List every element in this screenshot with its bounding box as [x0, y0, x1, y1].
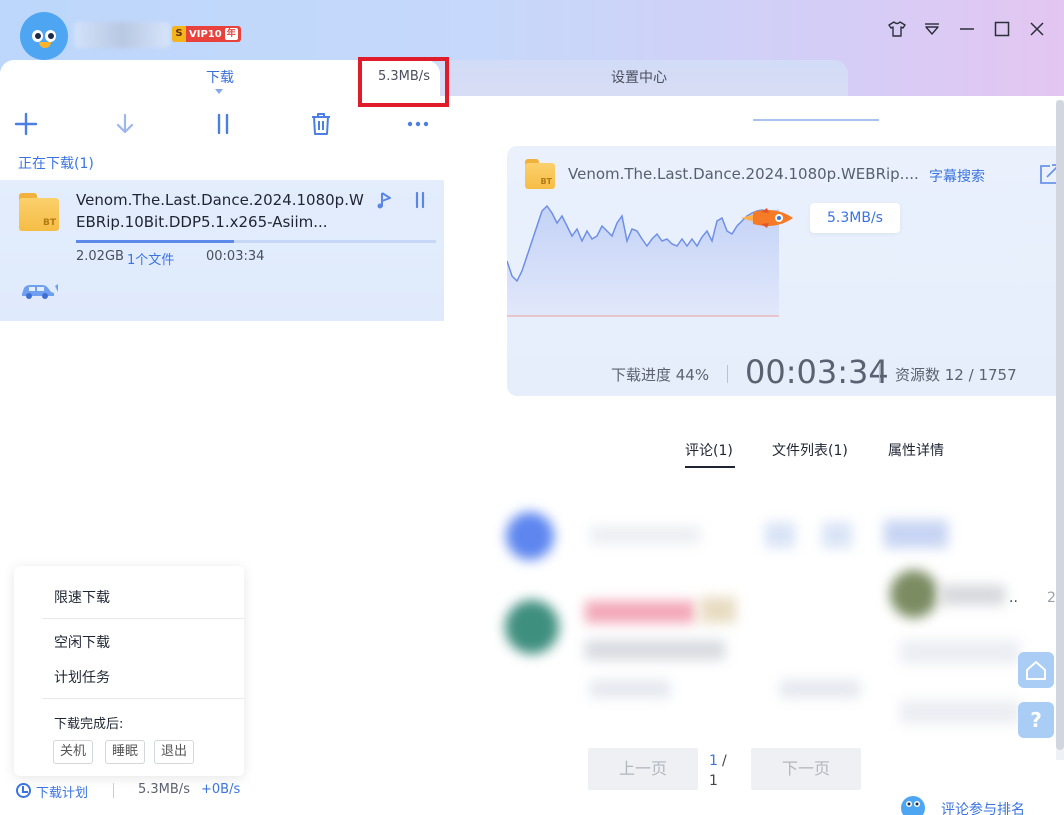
maximize-icon[interactable]	[993, 20, 1011, 38]
rocket-icon	[741, 208, 797, 232]
more-icon[interactable]	[405, 111, 431, 137]
download-plan-popup: 限速下载 空闲下载 计划任务 下载完成后: 关机 睡眠 退出	[14, 566, 244, 776]
minimize-icon[interactable]	[958, 20, 976, 38]
download-toolbar	[0, 106, 444, 142]
speed-boost-car-icon[interactable]	[20, 282, 58, 300]
add-task-icon[interactable]	[13, 111, 39, 137]
help-float-button[interactable]: ?	[1018, 702, 1054, 738]
status-bar: 下载计划 5.3MB/s +0B/s	[0, 780, 444, 802]
sleep-button[interactable]: 睡眠	[105, 740, 146, 764]
skin-shirt-icon[interactable]	[888, 20, 906, 38]
current-speed-pill: 5.3MB/s	[810, 203, 900, 233]
pause-all-icon[interactable]	[210, 111, 236, 137]
blurred-text	[780, 680, 860, 698]
shutdown-button[interactable]: 关机	[53, 740, 94, 764]
task-speed: 5.3MB/s	[378, 69, 430, 84]
blurred-avatar	[506, 512, 554, 560]
subtitle-search-link[interactable]: 字幕搜索	[929, 166, 985, 186]
blurred-text	[590, 680, 670, 698]
window-controls	[888, 20, 1046, 38]
after-complete-label: 下载完成后:	[54, 717, 124, 732]
bt-folder-icon: BT	[525, 159, 555, 189]
progress-percent-label: 下载进度 44%	[611, 366, 710, 384]
status-up-speed: +0B/s	[201, 782, 241, 797]
blurred-button	[884, 520, 948, 548]
blurred-text	[900, 700, 1020, 724]
delete-icon[interactable]	[308, 111, 334, 137]
user-avatar[interactable]	[20, 12, 68, 60]
detail-folder-badge: BT	[540, 177, 552, 186]
tab-settings-label: 设置中心	[611, 70, 667, 86]
blurred-username	[585, 601, 695, 623]
vip-year-label: 年	[224, 28, 238, 40]
tab-download-label: 下载	[206, 70, 234, 86]
tab-properties[interactable]: 属性详情	[888, 440, 944, 460]
username-blurred	[74, 22, 170, 48]
task-file-count-link[interactable]: 1个文件	[127, 249, 174, 268]
next-page-button[interactable]: 下一页	[751, 748, 861, 790]
bt-folder-icon: BT	[19, 193, 59, 231]
menu-dropdown-icon[interactable]	[923, 20, 941, 38]
blurred-text	[940, 585, 1005, 605]
resource-count: 资源数 12 / 1757	[895, 366, 1017, 384]
start-download-icon[interactable]	[112, 111, 138, 137]
detail-elapsed-time: 00:03:34	[745, 353, 889, 391]
blurred-icon	[822, 522, 852, 548]
vip-s-badge: S	[172, 26, 186, 42]
bt-folder-badge: BT	[43, 218, 56, 228]
tab-active-caret	[215, 89, 223, 94]
task-detail-card: BT Venom.The.Last.Dance.2024.1080p.WEBRi…	[507, 146, 1064, 396]
top-accent-line	[753, 119, 879, 121]
home-float-button[interactable]	[1018, 652, 1054, 688]
blurred-text	[590, 526, 700, 544]
vip-badge[interactable]: S VIP10 年	[172, 26, 241, 42]
blurred-comment-text	[585, 640, 725, 660]
blurred-text	[900, 640, 1020, 664]
limit-speed-option[interactable]: 限速下载	[54, 587, 110, 607]
task-progress-bar	[76, 240, 436, 243]
download-task-card[interactable]: BT Venom.The.Last.Dance.2024.1080p.WEBRi…	[0, 180, 444, 321]
comment-rank-link[interactable]: 评论参与排名	[941, 799, 1025, 815]
stat-divider	[727, 365, 728, 383]
idle-download-option[interactable]: 空闲下载	[54, 632, 110, 652]
download-plan-link[interactable]: 下载计划	[36, 782, 88, 801]
total-pages: 1	[709, 773, 718, 789]
tab-file-list[interactable]: 文件列表(1)	[772, 440, 848, 460]
blurred-avatar	[890, 570, 938, 618]
play-preview-icon[interactable]	[375, 190, 395, 210]
clock-icon	[16, 783, 31, 798]
scrollbar-thumb[interactable]	[1056, 100, 1064, 750]
schedule-task-option[interactable]: 计划任务	[54, 667, 110, 687]
close-icon[interactable]	[1028, 20, 1046, 38]
status-divider	[113, 783, 114, 798]
page-separator: /	[722, 753, 727, 769]
active-subtab-underline	[685, 466, 735, 468]
blurred-badge	[700, 597, 736, 623]
help-question-icon: ?	[1030, 708, 1042, 732]
stat-divider	[879, 365, 880, 383]
downloading-section-title: 正在下载(1)	[18, 156, 94, 172]
pause-task-icon[interactable]	[410, 190, 430, 210]
tab-comments[interactable]: 评论(1)	[685, 440, 733, 460]
comment-ellipsis: ..	[1009, 590, 1018, 606]
task-name: Venom.The.Last.Dance.2024.1080p.WEBRip.1…	[76, 191, 364, 231]
tab-settings[interactable]: 设置中心	[430, 60, 848, 100]
blurred-avatar	[505, 600, 559, 654]
popup-divider	[42, 698, 244, 699]
detail-task-title: Venom.The.Last.Dance.2024.1080p.WEBRip..…	[568, 165, 919, 183]
current-page: 1	[709, 753, 718, 769]
task-elapsed-time: 00:03:34	[206, 249, 265, 264]
popup-divider	[42, 618, 244, 619]
blurred-icon	[765, 522, 795, 548]
exit-button[interactable]: 退出	[154, 740, 195, 764]
task-size: 2.02GB	[76, 249, 124, 264]
prev-page-button[interactable]: 上一页	[588, 748, 698, 790]
vip-level-label: VIP10	[189, 28, 222, 40]
status-down-speed: 5.3MB/s	[138, 782, 190, 797]
mascot-icon	[900, 795, 926, 815]
task-progress-fill	[76, 240, 235, 243]
